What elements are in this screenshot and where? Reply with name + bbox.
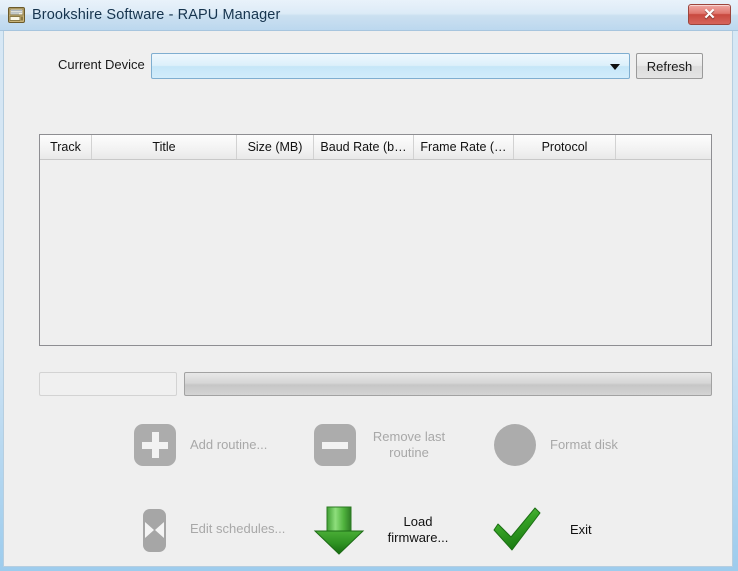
schedules-icon (134, 508, 176, 552)
edit-schedules-label: Edit schedules... (190, 521, 286, 536)
progress-bar (184, 372, 712, 396)
edit-schedules-button[interactable]: Edit schedules... (134, 508, 300, 552)
add-routine-label: Add routine... (190, 437, 268, 452)
close-button[interactable]: ✕ (688, 4, 731, 25)
status-field (39, 372, 177, 396)
column-header-title[interactable]: Title (92, 135, 237, 159)
track-table: Track Title Size (MB) Baud Rate (b… Fram… (39, 134, 712, 346)
plus-icon (134, 424, 176, 466)
load-firmware-label: Load firmware... (387, 514, 449, 545)
application-window: Brookshire Software - RAPU Manager ✕ Cur… (0, 0, 738, 571)
window-title: Brookshire Software - RAPU Manager (32, 7, 281, 23)
remove-last-routine-button[interactable]: Remove last routine (314, 424, 448, 466)
load-firmware-button[interactable]: Load firmware... (312, 504, 458, 556)
close-icon: ✕ (703, 6, 716, 23)
format-disk-label: Format disk (550, 437, 618, 452)
remove-last-routine-label: Remove last routine (372, 429, 446, 460)
add-routine-button[interactable]: Add routine... (134, 424, 290, 466)
current-device-label: Current Device (58, 57, 145, 72)
client-area: Current Device Refresh Track Title Size … (3, 31, 733, 567)
disk-icon (494, 424, 536, 466)
column-header-frame-rate[interactable]: Frame Rate (… (414, 135, 514, 159)
checkmark-icon (490, 504, 544, 556)
column-header-protocol[interactable]: Protocol (514, 135, 616, 159)
title-bar: Brookshire Software - RAPU Manager ✕ (0, 0, 738, 31)
device-selector-row: Current Device Refresh (4, 53, 734, 79)
exit-label: Exit (570, 522, 592, 537)
exit-button[interactable]: Exit (490, 504, 630, 556)
table-body[interactable] (40, 160, 711, 345)
column-header-track[interactable]: Track (40, 135, 92, 159)
column-header-baud-rate[interactable]: Baud Rate (b… (314, 135, 414, 159)
refresh-button[interactable]: Refresh (636, 53, 703, 79)
table-header-row: Track Title Size (MB) Baud Rate (b… Fram… (40, 135, 711, 160)
down-arrow-icon (312, 504, 366, 556)
chevron-down-icon (610, 64, 620, 70)
device-icon (8, 7, 25, 23)
column-header-spacer (616, 135, 711, 159)
minus-icon (314, 424, 356, 466)
current-device-combobox[interactable] (151, 53, 630, 79)
format-disk-button[interactable]: Format disk (494, 424, 660, 466)
column-header-size[interactable]: Size (MB) (237, 135, 314, 159)
